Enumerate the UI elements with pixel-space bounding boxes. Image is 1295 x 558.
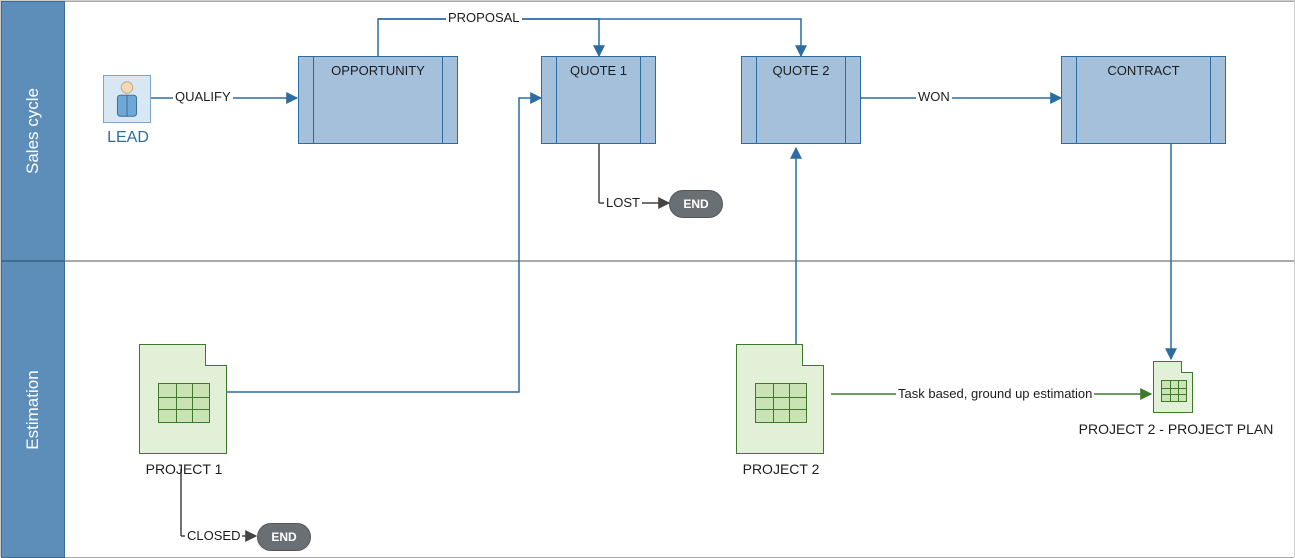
project2-plan-doc [1153, 361, 1193, 413]
project2-label: PROJECT 2 [726, 461, 836, 477]
project2-doc [736, 344, 824, 454]
contract-label: CONTRACT [1062, 63, 1225, 78]
edge-lost: LOST [604, 195, 642, 210]
lead-icon [103, 75, 151, 123]
lane-header-estimation-label: Estimation [23, 370, 43, 449]
end-closed: END [257, 523, 311, 551]
project2-plan-label: PROJECT 2 - PROJECT PLAN [1076, 421, 1276, 437]
edge-taskbased: Task based, ground up estimation [896, 386, 1094, 401]
lead-label: LEAD [93, 129, 163, 147]
edge-won: WON [916, 89, 952, 104]
quote2-box: QUOTE 2 [741, 56, 861, 144]
end-lost: END [669, 190, 723, 218]
end-closed-label: END [271, 530, 296, 544]
lane-body-estimation [65, 261, 1294, 558]
end-lost-label: END [683, 197, 708, 211]
quote1-label: QUOTE 1 [542, 63, 655, 78]
lane-header-sales: Sales cycle [1, 1, 65, 261]
lane-header-estimation: Estimation [1, 261, 65, 558]
quote1-box: QUOTE 1 [541, 56, 656, 144]
edge-closed: CLOSED [185, 528, 242, 543]
edge-qualify: QUALIFY [173, 89, 233, 104]
sales-estimation-diagram: Sales cycle Estimation [0, 0, 1295, 557]
quote2-label: QUOTE 2 [742, 63, 860, 78]
contract-box: CONTRACT [1061, 56, 1226, 144]
opportunity-label: OPPORTUNITY [299, 63, 457, 78]
project1-label: PROJECT 1 [129, 461, 239, 477]
edge-proposal: PROPOSAL [446, 10, 522, 25]
lane-header-sales-label: Sales cycle [23, 88, 43, 174]
project1-doc [139, 344, 227, 454]
opportunity-box: OPPORTUNITY [298, 56, 458, 144]
